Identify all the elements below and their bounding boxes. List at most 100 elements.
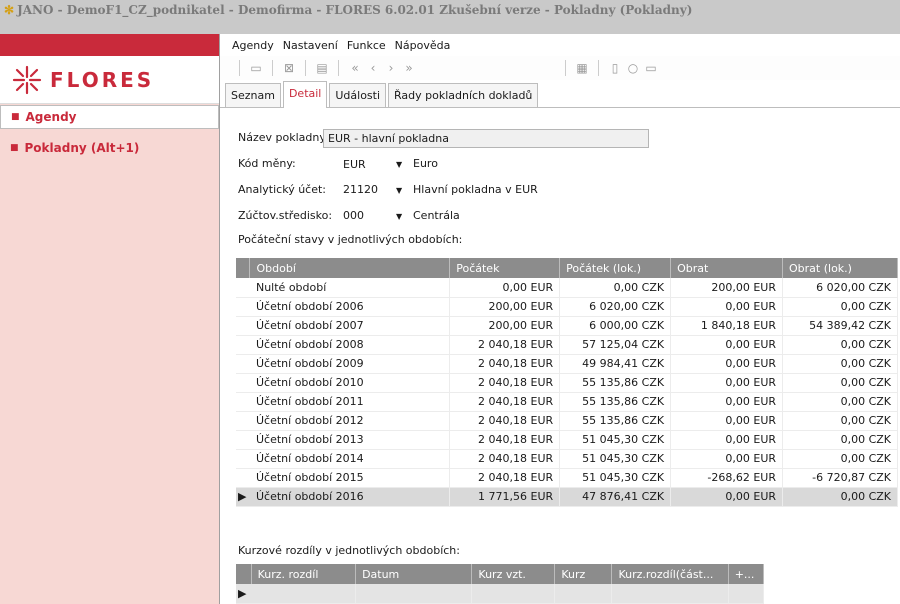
table-cell: 2 040,18 EUR (449, 430, 561, 450)
last-icon[interactable]: » (400, 61, 418, 75)
prev-icon[interactable]: ‹ (364, 61, 382, 75)
tab-rady-dokladu[interactable]: Řady pokladních dokladů (388, 83, 539, 107)
menu-agendy[interactable]: Agendy (232, 39, 274, 52)
table-cell: 54 389,42 CZK (782, 316, 898, 336)
row-pointer-icon (236, 316, 250, 336)
table-row[interactable]: Účetní období 2013 2 040,18 EUR 51 045,30 … (236, 430, 898, 450)
table-row[interactable]: Účetní období 2009 2 040,18 EUR 49 984,41 … (236, 354, 898, 374)
table-row[interactable]: Účetní období 2012 2 040,18 EUR 55 135,86 … (236, 411, 898, 431)
column-header[interactable]: Obrat (670, 258, 784, 278)
table-cell: 0,00 EUR (670, 392, 784, 412)
table-cell: 200,00 EUR (449, 297, 561, 317)
menu-funkce[interactable]: Funkce (347, 39, 386, 52)
table-cell: 0,00 EUR (670, 449, 784, 469)
analyticky-ucet-desc: Hlavní pokladna v EUR (413, 183, 538, 196)
table-row[interactable]: ▶ Účetní období 2016 1 771,56 EUR 47 876,41… (236, 487, 898, 507)
table-cell: Účetní období 2008 (249, 335, 451, 355)
table-cell: 1 840,18 EUR (670, 316, 784, 336)
table-cell: 2 040,18 EUR (449, 468, 561, 488)
sidebar-item-pokladny[interactable]: ■ Pokladny (Alt+1) (0, 136, 219, 160)
table-row[interactable]: Účetní období 2008 2 040,18 EUR 57 125,04 … (236, 335, 898, 355)
menu-napoveda[interactable]: Nápověda (395, 39, 451, 52)
table-row[interactable]: Účetní období 2007 200,00 EUR 6 000,00 CZK… (236, 316, 898, 336)
window-title: JANO - DemoF1_CZ_podnikatel - Demofirma … (17, 3, 693, 17)
nazev-field[interactable]: EUR - hlavní pokladna (323, 129, 649, 148)
toolbar-separator (565, 60, 566, 76)
search-icon[interactable]: ○ (624, 61, 642, 75)
table-cell: 57 125,04 CZK (559, 335, 672, 355)
table-cell: 55 135,86 CZK (559, 392, 672, 412)
row-pointer-icon (236, 449, 250, 469)
column-header[interactable]: Kurz.rozdíl(část... (611, 564, 729, 584)
folder-icon[interactable]: ▭ (247, 61, 265, 75)
table-row[interactable]: ▶ (236, 584, 765, 604)
table-row[interactable]: Účetní období 2015 2 040,18 EUR 51 045,30 … (236, 468, 898, 488)
table-cell: 0,00 EUR (670, 487, 784, 507)
table-cell (611, 584, 729, 604)
doc-icon[interactable]: ▯ (606, 61, 624, 75)
next-icon[interactable]: › (382, 61, 400, 75)
table-cell: 2 040,18 EUR (449, 392, 561, 412)
grid-icon[interactable]: ▤ (313, 61, 331, 75)
window-title-bar: ✻ JANO - DemoF1_CZ_podnikatel - Demofirma… (0, 0, 900, 34)
chevron-down-icon[interactable]: ▼ (396, 160, 402, 169)
tab-detail[interactable]: Detail (282, 81, 328, 108)
table-cell: 51 045,30 CZK (559, 449, 672, 469)
row-pointer-icon (236, 335, 250, 355)
column-header[interactable]: Obrat (lok.) (782, 258, 898, 278)
row-pointer-icon (236, 278, 250, 298)
table-cell: 0,00 CZK (782, 373, 898, 393)
toolbar-separator (338, 60, 339, 76)
sidebar-item-label: Pokladny (Alt+1) (24, 141, 140, 155)
table-cell: 55 135,86 CZK (559, 411, 672, 431)
chevron-down-icon[interactable]: ▼ (396, 212, 402, 221)
square-bullet-icon: ■ (11, 112, 20, 122)
table-cell: 0,00 CZK (782, 411, 898, 431)
flores-flower-icon: ✻ (4, 3, 15, 17)
column-header[interactable]: Období (249, 258, 451, 278)
column-header[interactable]: Počátek (lok.) (559, 258, 672, 278)
table-row[interactable]: Účetní období 2014 2 040,18 EUR 51 045,30 … (236, 449, 898, 469)
row-pointer-icon (236, 392, 250, 412)
table-cell: Účetní období 2010 (249, 373, 451, 393)
left-panel-header (0, 34, 219, 56)
row-indicator-header (236, 564, 252, 584)
table-row[interactable]: Nulté období 0,00 EUR 0,00 CZK 200,00 EUR 6 … (236, 278, 898, 298)
table-cell: 0,00 CZK (782, 335, 898, 355)
tab-udalosti[interactable]: Události (329, 83, 387, 107)
column-header[interactable]: Počátek (449, 258, 561, 278)
analyticky-ucet-field[interactable]: 21120 (338, 180, 386, 199)
sidebar-item-agendy[interactable]: ■ Agendy (0, 105, 219, 129)
table-cell: -6 720,87 CZK (782, 468, 898, 488)
column-header[interactable]: Datum (355, 564, 473, 584)
table-cell: Účetní období 2009 (249, 354, 451, 374)
table-row[interactable]: Účetní období 2010 2 040,18 EUR 55 135,86 … (236, 373, 898, 393)
table-cell: Účetní období 2012 (249, 411, 451, 431)
stredisko-field[interactable]: 000 (338, 206, 379, 225)
tab-seznam[interactable]: Seznam (225, 83, 281, 107)
column-header[interactable]: +... (728, 564, 765, 584)
nazev-label: Název pokladny: (238, 131, 329, 144)
chevron-down-icon[interactable]: ▼ (396, 186, 402, 195)
table-cell: 200,00 EUR (449, 316, 561, 336)
menu-bar: Agendy Nastavení Funkce Nápověda (220, 34, 900, 56)
kod-meny-field[interactable]: EUR (338, 155, 379, 174)
first-icon[interactable]: « (346, 61, 364, 75)
table-row[interactable]: Účetní období 2006 200,00 EUR 6 020,00 CZK… (236, 297, 898, 317)
left-panel: FLORES ■ Agendy ■ Pokladny (Alt+1) (0, 34, 219, 604)
form-icon[interactable]: ▦ (573, 61, 591, 75)
kod-meny-label: Kód měny: (238, 157, 296, 170)
copy-icon[interactable]: ▭ (642, 61, 660, 75)
balances-table: Období Počátek Počátek (lok.) Obrat Obra… (236, 258, 898, 507)
column-header[interactable]: Kurz vzt. (471, 564, 556, 584)
close-box-icon[interactable]: ⊠ (280, 61, 298, 75)
brand-logo: FLORES (0, 56, 219, 104)
table-cell: 0,00 EUR (670, 335, 784, 355)
column-header[interactable]: Kurz (554, 564, 613, 584)
fx-table: Kurz. rozdíl Datum Kurz vzt. Kurz Kurz.r… (236, 564, 765, 604)
menu-nastaveni[interactable]: Nastavení (283, 39, 338, 52)
row-pointer-icon (236, 468, 250, 488)
toolbar-separator (272, 60, 273, 76)
column-header[interactable]: Kurz. rozdíl (251, 564, 357, 584)
table-row[interactable]: Účetní období 2011 2 040,18 EUR 55 135,86 … (236, 392, 898, 412)
